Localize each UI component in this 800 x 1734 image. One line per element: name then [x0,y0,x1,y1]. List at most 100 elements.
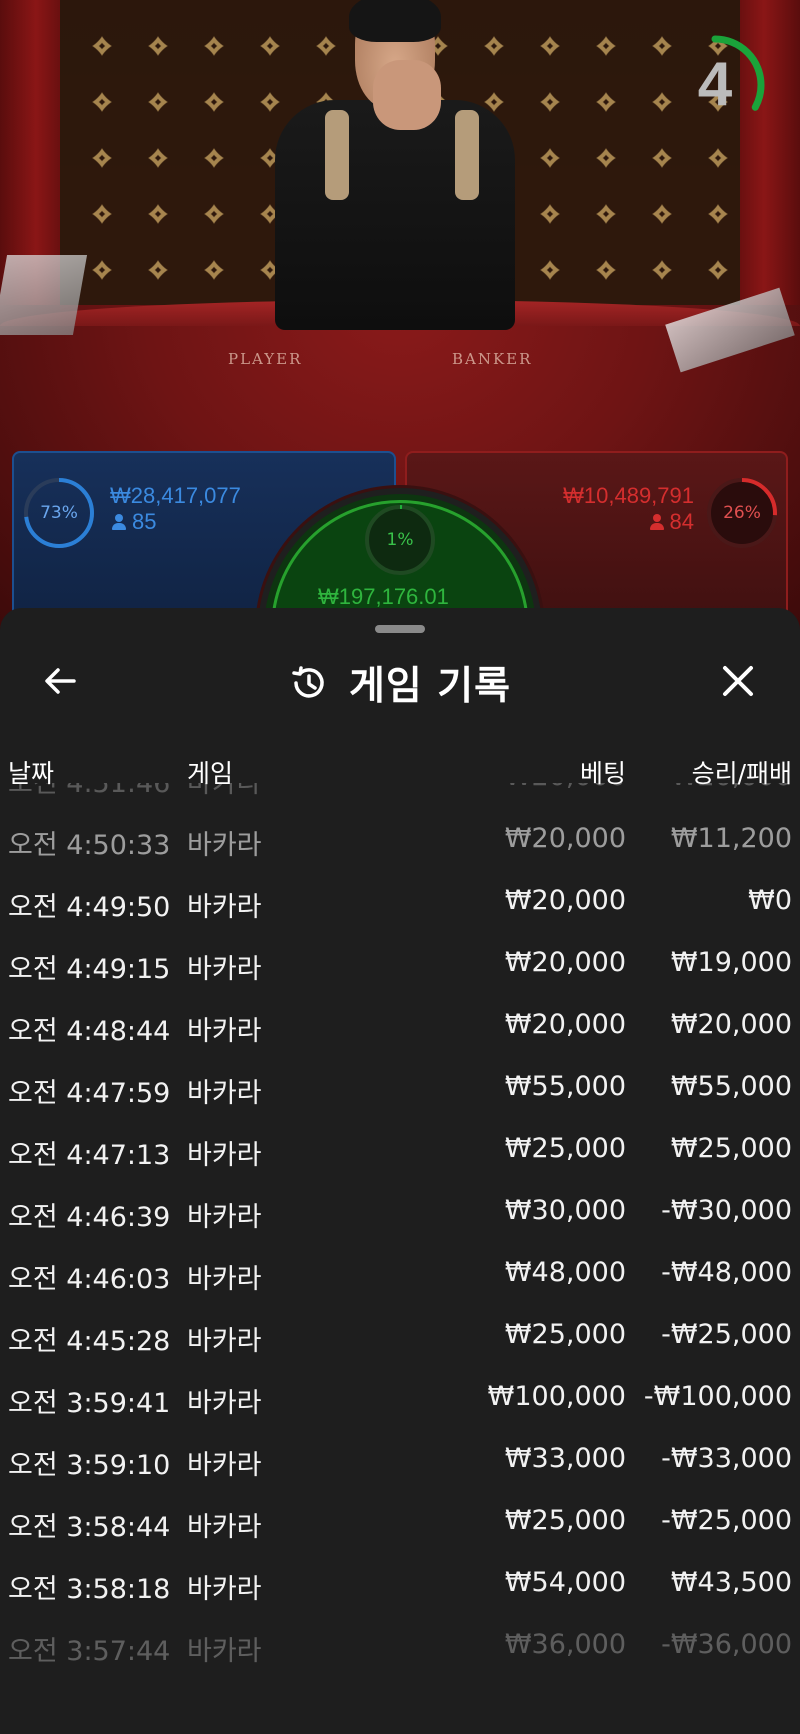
row-result: ₩43,500 [670,1567,792,1598]
history-list[interactable]: 오전 4:51:46 바카라 ₩20,000 -₩20,000 오전 4:50:33 바카… [0,783,800,1713]
row-game: 바카라 [187,954,262,985]
countdown-value: 4 [697,50,733,119]
history-row[interactable]: 오전 4:47:13 바카라 ₩25,000 ₩25,000 [0,1119,800,1181]
row-bet: ₩100,000 [487,1381,626,1412]
row-game: 바카라 [187,1140,262,1171]
row-game: 바카라 [187,1574,262,1605]
row-time: 오전 4:45:28 [8,1326,171,1357]
dealer [275,0,515,330]
player-count-value: 85 [132,509,157,534]
history-clock-icon [292,666,324,698]
row-time: 오전 3:59:10 [8,1450,171,1481]
row-bet: ₩30,000 [504,1195,626,1226]
row-time: 오전 4:46:03 [8,1264,171,1295]
row-result: -₩36,000 [661,1629,792,1660]
row-game: 바카라 [187,1388,262,1419]
person-icon [112,514,126,530]
row-game: 바카라 [187,1078,262,1109]
row-time: 오전 3:58:44 [8,1512,171,1543]
history-row[interactable]: 오전 4:47:59 바카라 ₩55,000 ₩55,000 [0,1057,800,1119]
history-row[interactable]: 오전 3:59:41 바카라 ₩100,000 -₩100,000 [0,1367,800,1429]
row-game: 바카라 [187,1636,262,1667]
player-stake: ₩28,417,077 [110,483,241,508]
history-row[interactable]: 오전 4:50:33 바카라 ₩20,000 ₩11,200 [0,809,800,871]
row-time: 오전 4:47:13 [8,1140,171,1171]
banker-zone-label: BANKER [452,350,533,368]
player-count: 85 [112,509,156,535]
row-game: 바카라 [187,1016,262,1047]
history-row[interactable]: 오전 4:46:03 바카라 ₩48,000 -₩48,000 [0,1243,800,1305]
row-bet: ₩20,000 [504,885,626,916]
history-row[interactable]: 오전 3:58:44 바카라 ₩25,000 -₩25,000 [0,1491,800,1553]
row-bet: ₩25,000 [504,1505,626,1536]
player-percent: 73% [40,503,78,523]
sheet-drag-handle[interactable] [375,625,425,633]
row-bet: ₩54,000 [504,1567,626,1598]
card-holder-left [0,255,88,335]
row-bet: ₩36,000 [504,1629,626,1660]
row-bet: ₩20,000 [504,1009,626,1040]
close-button[interactable] [714,657,762,705]
row-bet: ₩20,000 [504,823,626,854]
row-time: 오전 4:47:59 [8,1078,171,1109]
history-row[interactable]: 오전 4:48:44 바카라 ₩20,000 ₩20,000 [0,995,800,1057]
history-row[interactable]: 오전 3:57:44 바카라 ₩36,000 -₩36,000 [0,1615,800,1677]
row-result: -₩48,000 [661,1257,792,1288]
row-result: -₩30,000 [661,1195,792,1226]
row-time: 오전 4:51:46 [8,783,171,799]
row-result: -₩33,000 [661,1443,792,1474]
banker-percent: 26% [723,503,761,523]
game-history-sheet: 게임 기록 날짜 게임 베팅 승리/패배 오전 4:51:46바카라₩20,00… [0,608,800,1734]
row-game: 바카라 [187,1202,262,1233]
row-game: 바카라 [187,1512,262,1543]
row-result: ₩55,000 [670,1071,792,1102]
tie-percent: 1% [386,530,414,550]
row-time: 오전 4:49:50 [8,892,171,923]
row-bet: ₩48,000 [504,1257,626,1288]
sheet-title: 게임 기록 [348,664,512,709]
row-time: 오전 3:57:44 [8,1636,171,1667]
row-bet: ₩20,000 [504,947,626,978]
history-row[interactable]: 오전 3:59:10 바카라 ₩33,000 -₩33,000 [0,1429,800,1491]
row-time: 오전 4:46:39 [8,1202,171,1233]
person-icon [649,514,664,530]
history-row[interactable]: 오전 4:46:39 바카라 ₩30,000 -₩30,000 [0,1181,800,1243]
row-time: 오전 4:49:15 [8,954,171,985]
row-game: 바카라 [187,892,262,923]
row-game: 바카라 [187,830,262,861]
tie-stake: ₩197,176.01 [318,584,449,609]
row-time: 오전 3:58:18 [8,1574,171,1605]
row-result: ₩11,200 [670,823,792,854]
back-arrow-icon [45,668,76,694]
row-time: 오전 4:48:44 [8,1016,171,1047]
history-row[interactable]: 오전 3:58:18 바카라 ₩54,000 ₩43,500 [0,1553,800,1615]
row-game: 바카라 [187,783,262,799]
row-time: 오전 3:59:41 [8,1388,171,1419]
back-button[interactable] [36,657,84,705]
row-result: -₩100,000 [643,1381,792,1412]
row-result: ₩20,000 [670,1009,792,1040]
row-bet: ₩25,000 [504,1133,626,1164]
row-result: ₩25,000 [670,1133,792,1164]
history-row[interactable]: 오전 4:45:28 바카라 ₩25,000 -₩25,000 [0,1305,800,1367]
row-result: ₩19,000 [670,947,792,978]
banker-count-value: 84 [669,509,694,534]
close-icon [723,666,753,696]
row-bet: ₩55,000 [504,1071,626,1102]
banker-count: 84 [649,509,694,535]
history-row[interactable]: 오전 4:49:50 바카라 ₩20,000 ₩0 [0,871,800,933]
row-bet: ₩33,000 [504,1443,626,1474]
row-result: ₩0 [748,885,792,916]
banker-stake: ₩10,489,791 [563,483,694,508]
row-game: 바카라 [187,1326,262,1357]
row-time: 오전 4:50:33 [8,830,171,861]
history-row[interactable]: 오전 4:49:15 바카라 ₩20,000 ₩19,000 [0,933,800,995]
sheet-header: 게임 기록 [0,633,800,733]
row-bet: ₩20,000 [505,783,626,792]
countdown-timer: 4 [660,30,770,140]
row-game: 바카라 [187,1450,262,1481]
history-row[interactable]: 오전 4:51:46 바카라 ₩20,000 -₩20,000 [0,783,800,809]
row-game: 바카라 [187,1264,262,1295]
row-result: -₩25,000 [661,1505,792,1536]
row-result: -₩25,000 [661,1319,792,1350]
